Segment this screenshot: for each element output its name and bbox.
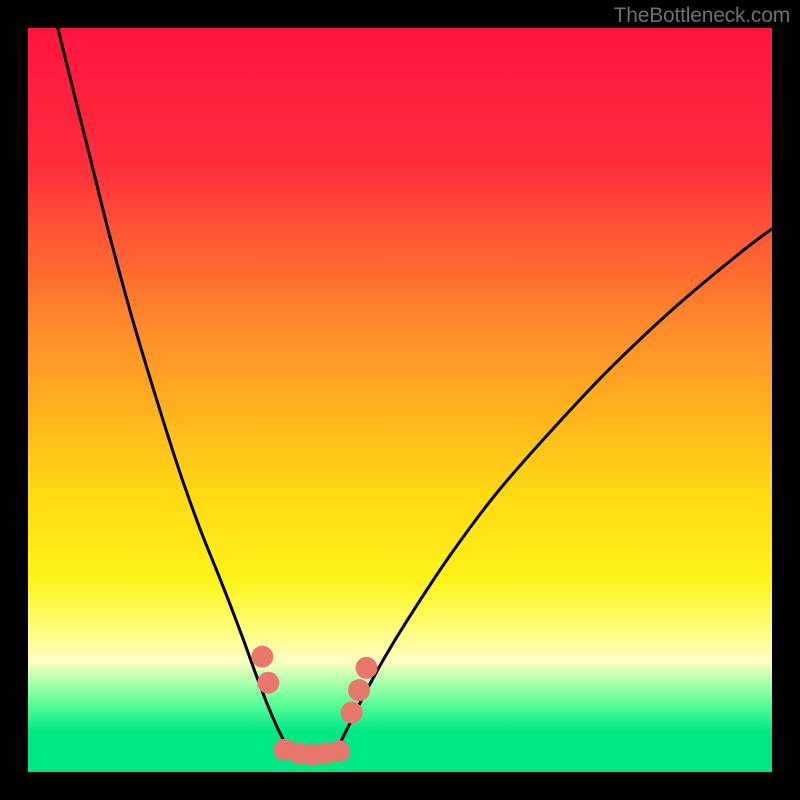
marker-point — [356, 657, 378, 679]
marker-point — [341, 701, 363, 723]
marker-point — [257, 672, 279, 694]
marker-point — [348, 679, 370, 701]
marker-point — [328, 740, 350, 762]
marker-point — [251, 646, 273, 668]
attribution-text: TheBottleneck.com — [614, 4, 790, 28]
plot-area — [28, 28, 772, 772]
bottleneck-chart — [28, 28, 772, 772]
gradient-background — [28, 28, 772, 772]
chart-frame: TheBottleneck.com — [0, 0, 800, 800]
